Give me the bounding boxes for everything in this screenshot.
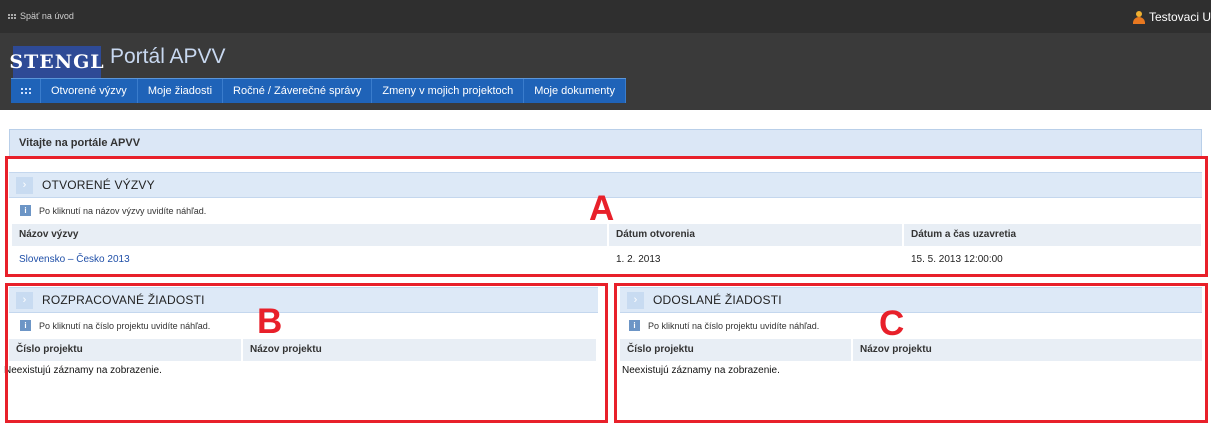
in-progress-empty-message: Neexistujú záznamy na zobrazenie. [4, 365, 162, 376]
in-progress-header[interactable]: › ROZPRACOVANÉ ŽIADOSTI [9, 287, 598, 313]
chevron-right-icon: › [16, 176, 33, 194]
nav-item-my-applications[interactable]: Moje žiadosti [138, 79, 224, 103]
nav-item-my-documents[interactable]: Moje dokumenty [524, 79, 626, 103]
sent-table-header: Číslo projektu Názov projektu [620, 339, 1202, 361]
header: STENGL Portál APVV Otvorené výzvy Moje ž… [0, 33, 1211, 110]
user-icon [1132, 10, 1145, 24]
in-progress-info: i Po kliknutí na číslo projektu uvidíte … [20, 320, 210, 331]
portal-title: Portál APVV [110, 45, 226, 68]
chevron-right-icon: › [16, 291, 33, 309]
sent-info-text: Po kliknutí na číslo projektu uvidíte ná… [648, 320, 820, 331]
in-progress-info-text: Po kliknutí na číslo projektu uvidíte ná… [39, 320, 211, 331]
nav-item-reports[interactable]: Ročné / Záverečné správy [223, 79, 373, 103]
user-name: Testovaci U [1148, 10, 1211, 24]
call-link[interactable]: Slovensko – Česko 2013 [19, 254, 130, 265]
nav-item-open-calls[interactable]: Otvorené výzvy [41, 79, 138, 103]
call-close-date: 15. 5. 2013 12:00:00 [911, 254, 1003, 265]
nav-menu-icon[interactable] [11, 79, 41, 103]
annotation-label-c: C [879, 304, 905, 343]
annotation-label-b: B [257, 302, 283, 341]
back-label: Späť na úvod [20, 11, 74, 21]
nav-item-project-changes[interactable]: Zmeny v mojich projektoch [372, 79, 525, 103]
column-close-date[interactable]: Dátum a čas uzavretia [904, 224, 1201, 246]
table-row: Slovensko – Česko 2013 1. 2. 2013 15. 5.… [12, 248, 1201, 272]
main-nav: Otvorené výzvy Moje žiadosti Ročné / Záv… [11, 78, 626, 103]
annotation-label-a: A [589, 189, 615, 228]
column-project-number[interactable]: Číslo projektu [9, 339, 243, 361]
column-project-name[interactable]: Názov projektu [243, 339, 596, 361]
stengl-logo[interactable]: STENGL [9, 46, 104, 78]
top-bar: Späť na úvod Testovaci U [0, 0, 1211, 33]
column-project-number[interactable]: Číslo projektu [620, 339, 853, 361]
info-icon: i [629, 320, 640, 331]
user-menu[interactable]: Testovaci U [1132, 10, 1211, 24]
column-open-date[interactable]: Dátum otvorenia [609, 224, 904, 246]
sent-header[interactable]: › ODOSLANÉ ŽIADOSTI [620, 287, 1202, 313]
back-to-home-link[interactable]: Späť na úvod [8, 11, 74, 21]
open-calls-info-text: Po kliknutí na názov výzvy uvidíte náhľa… [39, 205, 207, 216]
grid-icon [8, 14, 16, 19]
in-progress-title: ROZPRACOVANÉ ŽIADOSTI [42, 293, 205, 307]
sent-title: ODOSLANÉ ŽIADOSTI [653, 293, 782, 307]
open-calls-info: i Po kliknutí na názov výzvy uvidíte náh… [20, 205, 206, 216]
chevron-right-icon: › [627, 291, 644, 309]
sent-info: i Po kliknutí na číslo projektu uvidíte … [629, 320, 819, 331]
open-calls-title: OTVORENÉ VÝZVY [42, 178, 155, 192]
in-progress-table-header: Číslo projektu Názov projektu [9, 339, 596, 361]
info-icon: i [20, 205, 31, 216]
info-icon: i [20, 320, 31, 331]
column-project-name[interactable]: Názov projektu [853, 339, 1202, 361]
call-open-date: 1. 2. 2013 [616, 254, 661, 265]
sent-empty-message: Neexistujú záznamy na zobrazenie. [622, 365, 780, 376]
column-call-name[interactable]: Názov výzvy [12, 224, 609, 246]
welcome-heading: Vitajte na portále APVV [9, 129, 1202, 157]
